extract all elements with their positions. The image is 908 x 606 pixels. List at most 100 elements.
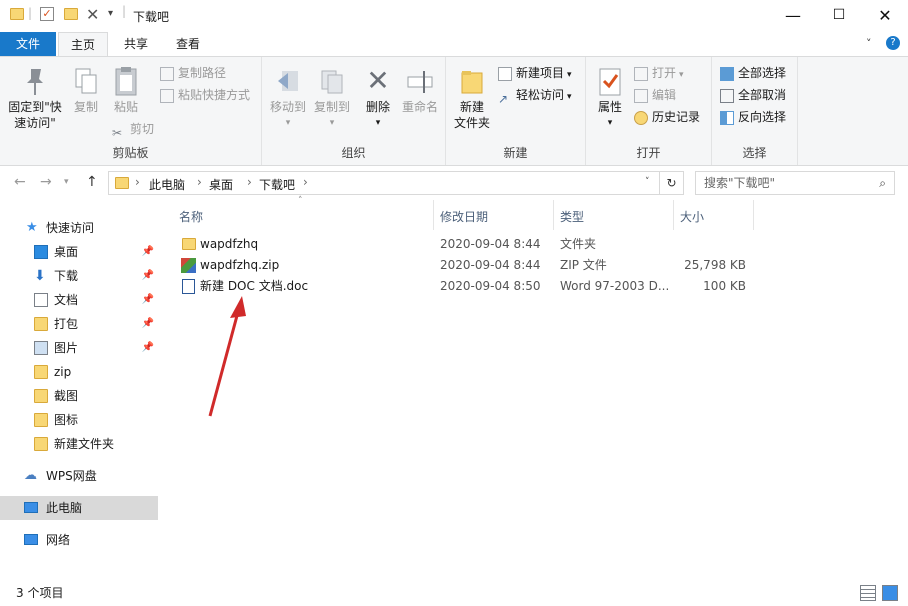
pin-icon[interactable]: 📌 bbox=[142, 336, 154, 360]
copy-to-label: 复制到 bbox=[313, 100, 350, 114]
breadcrumb-chevron-icon[interactable]: › bbox=[135, 175, 140, 189]
new-folder-label-line1: 新建 bbox=[459, 100, 484, 114]
tab-file[interactable]: 文件 bbox=[0, 32, 56, 56]
delete-button[interactable]: ✕ 删除 ▾ bbox=[360, 65, 396, 131]
sidebar-network[interactable]: 网络 bbox=[0, 528, 158, 552]
open-button[interactable]: 打开 ▾ bbox=[634, 63, 684, 83]
star-icon: ★ bbox=[26, 220, 38, 235]
file-size: 25,798 KB bbox=[684, 258, 746, 272]
forward-arrow-icon[interactable]: → bbox=[40, 174, 52, 190]
move-to-label: 移动到 bbox=[269, 100, 306, 114]
select-all-button[interactable]: 全部选择 bbox=[720, 63, 786, 83]
column-header-size[interactable]: 大小 bbox=[680, 206, 704, 228]
new-item-label: 新建项目 bbox=[516, 66, 565, 80]
sidebar-item-label: 图标 bbox=[54, 413, 79, 427]
copy-path-button[interactable]: 复制路径 bbox=[160, 63, 226, 83]
address-bar[interactable]: › 此电脑 › 桌面 › 下载吧 › ˅ bbox=[108, 171, 660, 195]
sidebar-item-desktop[interactable]: 桌面 📌 bbox=[0, 240, 158, 264]
folder-icon bbox=[182, 238, 196, 250]
folder-icon bbox=[10, 8, 24, 20]
breadcrumb-desktop[interactable]: 桌面 bbox=[209, 176, 233, 193]
edit-button[interactable]: 编辑 bbox=[634, 85, 676, 105]
sidebar-item-zip[interactable]: zip bbox=[0, 360, 158, 384]
select-group: 全部选择 全部取消 反向选择 选择 bbox=[712, 57, 798, 165]
breadcrumb-chevron-icon[interactable]: › bbox=[247, 175, 252, 189]
rename-button[interactable]: 重命名 bbox=[398, 65, 442, 115]
column-divider[interactable] bbox=[433, 200, 434, 230]
file-date: 2020-09-04 8:50 bbox=[440, 279, 541, 293]
refresh-button[interactable]: ↻ bbox=[660, 171, 684, 195]
new-folder-quick-icon[interactable] bbox=[64, 8, 78, 20]
column-divider[interactable] bbox=[673, 200, 674, 230]
pin-icon[interactable]: 📌 bbox=[142, 312, 154, 336]
paste-shortcut-button[interactable]: 粘贴快捷方式 bbox=[160, 85, 250, 105]
pin-icon[interactable]: 📌 bbox=[142, 240, 154, 264]
back-arrow-icon[interactable]: ← bbox=[14, 174, 26, 190]
column-header-date[interactable]: 修改日期 bbox=[440, 206, 488, 228]
address-history-chevron-icon[interactable]: ˅ bbox=[645, 177, 650, 187]
pin-icon[interactable]: 📌 bbox=[142, 264, 154, 288]
breadcrumb-this-pc[interactable]: 此电脑 bbox=[149, 176, 185, 193]
tab-view[interactable]: 查看 bbox=[164, 32, 212, 56]
folder-icon bbox=[34, 365, 48, 379]
column-header-type[interactable]: 类型 bbox=[560, 206, 584, 228]
sidebar-quick-access[interactable]: ★ 快速访问 bbox=[0, 216, 158, 240]
file-row[interactable]: wapdfzhq 2020-09-04 8:44 文件夹 bbox=[176, 234, 756, 255]
properties-check-icon[interactable]: ✓ bbox=[40, 7, 54, 21]
sidebar-item-documents[interactable]: 文档 📌 bbox=[0, 288, 158, 312]
tab-home[interactable]: 主页 bbox=[58, 32, 108, 56]
clipboard-group: 固定到"快 速访问" 复制 粘贴 复制路径 粘贴快捷方式 ✂ 剪切 剪贴板 bbox=[0, 57, 262, 165]
sidebar-item-new-folder[interactable]: 新建文件夹 bbox=[0, 432, 158, 456]
invert-selection-button[interactable]: 反向选择 bbox=[720, 107, 786, 127]
delete-quick-icon[interactable]: ✕ bbox=[86, 5, 99, 24]
help-icon[interactable]: ? bbox=[886, 36, 900, 50]
recent-chevron-icon[interactable]: ▾ bbox=[64, 177, 69, 187]
folder-icon bbox=[34, 437, 48, 451]
breadcrumb-downloadba[interactable]: 下载吧 bbox=[259, 176, 295, 193]
sidebar-item-download[interactable]: ⬇ 下载 📌 bbox=[0, 264, 158, 288]
file-row[interactable]: 新建 DOC 文档.doc 2020-09-04 8:50 Word 97-20… bbox=[176, 276, 756, 297]
sidebar-item-screenshots[interactable]: 截图 bbox=[0, 384, 158, 408]
new-item-button[interactable]: 新建项目 ▾ bbox=[498, 63, 572, 83]
paste-button[interactable]: 粘贴 bbox=[108, 65, 144, 115]
copy-button[interactable]: 复制 bbox=[68, 65, 104, 115]
minimize-button[interactable]: — bbox=[770, 0, 816, 30]
breadcrumb-chevron-icon[interactable]: › bbox=[197, 175, 202, 189]
tab-share[interactable]: 共享 bbox=[112, 32, 160, 56]
move-to-button[interactable]: 移动到 ▾ bbox=[266, 65, 310, 131]
ribbon: 固定到"快 速访问" 复制 粘贴 复制路径 粘贴快捷方式 ✂ 剪切 剪贴板 移动… bbox=[0, 56, 908, 166]
column-divider[interactable] bbox=[753, 200, 754, 230]
ribbon-collapse-chevron-icon[interactable]: ˅ bbox=[866, 37, 872, 50]
customize-toolbar-chevron-icon[interactable]: ▾ bbox=[108, 8, 113, 19]
details-view-icon[interactable] bbox=[860, 585, 876, 601]
cut-button[interactable]: ✂ 剪切 bbox=[112, 119, 154, 140]
sidebar-wps-drive[interactable]: ☁ WPS网盘 bbox=[0, 464, 158, 488]
column-header-name[interactable]: 名称 bbox=[179, 206, 203, 228]
close-button[interactable]: ✕ bbox=[862, 0, 908, 30]
pin-icon[interactable]: 📌 bbox=[142, 288, 154, 312]
breadcrumb-chevron-icon[interactable]: › bbox=[303, 175, 308, 189]
select-all-label: 全部选择 bbox=[738, 66, 787, 80]
up-arrow-icon[interactable]: ↑ bbox=[86, 174, 98, 190]
easy-access-chevron-icon: ▾ bbox=[567, 92, 572, 102]
sidebar-this-pc[interactable]: 此电脑 bbox=[0, 496, 158, 520]
search-input[interactable]: 搜索"下载吧" ⌕ bbox=[695, 171, 895, 195]
large-icons-view-icon[interactable] bbox=[882, 585, 898, 601]
sidebar-item-label: 下载 bbox=[54, 269, 79, 283]
sidebar-item-pictures[interactable]: 图片 📌 bbox=[0, 336, 158, 360]
edit-icon bbox=[634, 88, 648, 103]
new-folder-button[interactable]: 新建 文件夹 bbox=[452, 65, 492, 131]
history-button[interactable]: 历史记录 bbox=[634, 107, 700, 127]
pin-quick-access-button[interactable]: 固定到"快 速访问" bbox=[4, 65, 66, 131]
sidebar-item-icons[interactable]: 图标 bbox=[0, 408, 158, 432]
file-row[interactable]: wapdfzhq.zip 2020-09-04 8:44 ZIP 文件 25,7… bbox=[176, 255, 756, 276]
maximize-button[interactable]: ☐ bbox=[816, 0, 862, 30]
new-item-icon bbox=[498, 66, 512, 81]
properties-button[interactable]: 属性 ▾ bbox=[592, 65, 628, 131]
copy-to-button[interactable]: 复制到 ▾ bbox=[310, 65, 354, 131]
sidebar-item-pack[interactable]: 打包 📌 bbox=[0, 312, 158, 336]
select-none-button[interactable]: 全部取消 bbox=[720, 85, 786, 105]
easy-access-button[interactable]: ↗ 轻松访问 ▾ bbox=[498, 85, 572, 106]
column-divider[interactable] bbox=[553, 200, 554, 230]
paste-label: 粘贴 bbox=[113, 100, 138, 114]
